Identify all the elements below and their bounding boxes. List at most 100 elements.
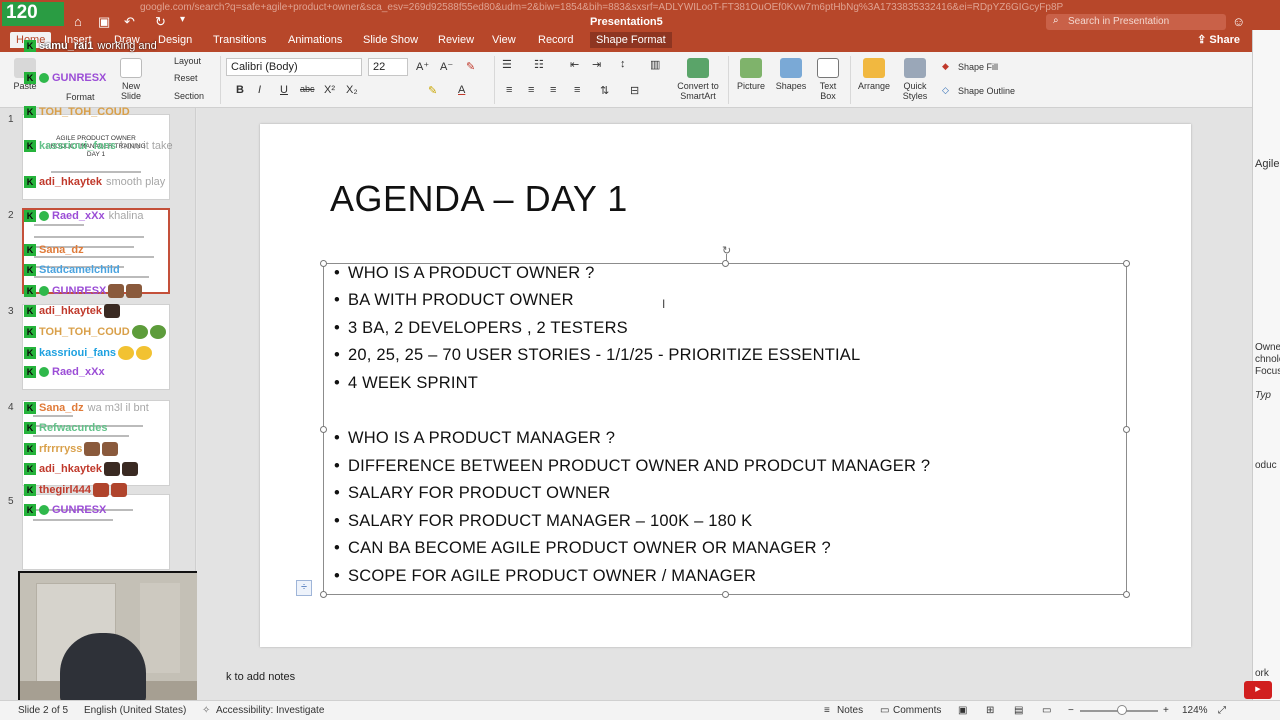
font-name-select[interactable]: Calibri (Body)	[226, 58, 362, 76]
save-icon[interactable]: ▣	[98, 14, 110, 30]
tab-record[interactable]: Record	[538, 34, 573, 46]
language-indicator[interactable]: English (United States)	[84, 705, 186, 716]
ribbon-separator	[220, 56, 221, 104]
home-icon[interactable]: ⌂	[74, 14, 82, 29]
bullet-item[interactable]: 3 BA, 2 DEVELOPERS , 2 TESTERS	[334, 319, 628, 338]
rotate-handle-icon[interactable]: ↻	[722, 244, 731, 257]
reading-view-icon[interactable]: ▤	[1014, 705, 1023, 716]
comments-icon[interactable]: ▭	[880, 705, 889, 716]
line-spacing-icon[interactable]: ↕	[620, 58, 626, 70]
undo-icon[interactable]: ↶	[124, 14, 135, 30]
fit-to-window-icon[interactable]: ⤢	[1218, 705, 1226, 716]
zoom-level[interactable]: 124%	[1182, 705, 1208, 716]
strikethrough-button[interactable]: abc	[300, 84, 315, 94]
shape-fill-button[interactable]: Shape Fill	[958, 62, 998, 72]
align-left-icon[interactable]: ≡	[506, 84, 512, 96]
text-direction-icon[interactable]: ⇅	[600, 84, 609, 97]
slide[interactable]: AGENDA – DAY 1 ↻ WHO IS A PRODUCT OWNER …	[260, 124, 1191, 647]
share-button[interactable]: ⇪ Share	[1197, 33, 1240, 46]
bullet-item[interactable]: SALARY FOR PRODUCT OWNER	[334, 484, 610, 503]
comments-button[interactable]: Comments	[893, 705, 941, 716]
kick-icon: K	[24, 366, 36, 379]
numbering-icon[interactable]: ☷	[534, 58, 544, 71]
bullet-text-box[interactable]: ↻ WHO IS A PRODUCT OWNER ? BA WITH PRODU…	[320, 245, 1130, 598]
slideshow-icon[interactable]: ▭	[1042, 705, 1051, 716]
layout-button[interactable]: Layout	[174, 56, 201, 66]
align-right-icon[interactable]: ≡	[550, 84, 556, 96]
bullet-item[interactable]: SALARY FOR PRODUCT MANAGER – 100K – 180 …	[334, 512, 752, 531]
align-text-icon[interactable]: ⊟	[630, 84, 639, 97]
convert-smartart-button[interactable]: Convert to SmartArt	[676, 58, 720, 101]
layout-options-icon[interactable]: ÷	[296, 580, 312, 596]
bullet-item[interactable]: CAN BA BECOME AGILE PRODUCT OWNER OR MAN…	[334, 539, 831, 558]
resize-handle[interactable]	[722, 260, 729, 267]
resize-handle[interactable]	[1123, 426, 1130, 433]
slide-number: 1	[8, 114, 14, 125]
kick-icon: K	[24, 40, 36, 53]
tab-review[interactable]: Review	[438, 34, 474, 46]
italic-button[interactable]: I	[258, 84, 261, 96]
slide-title[interactable]: AGENDA – DAY 1	[330, 178, 628, 220]
justify-icon[interactable]: ≡	[574, 84, 580, 96]
font-size-select[interactable]: 22	[368, 58, 408, 76]
tab-view[interactable]: View	[492, 34, 516, 46]
columns-icon[interactable]: ▥	[650, 58, 660, 71]
align-center-icon[interactable]: ≡	[528, 84, 534, 96]
section-button[interactable]: Section	[174, 91, 204, 101]
zoom-out-icon[interactable]: −	[1068, 705, 1074, 716]
accessibility-status[interactable]: Accessibility: Investigate	[216, 705, 324, 716]
highlight-icon[interactable]: ✎	[428, 84, 437, 97]
redo-icon[interactable]: ↻	[155, 14, 166, 30]
bullet-item[interactable]: 4 WEEK SPRINT	[334, 374, 478, 393]
decrease-indent-icon[interactable]: ⇤	[570, 58, 579, 71]
search-box[interactable]: ⌕ Search in Presentation	[1046, 14, 1226, 30]
zoom-in-icon[interactable]: +	[1163, 705, 1169, 716]
increase-indent-icon[interactable]: ⇥	[592, 58, 601, 71]
bullet-item[interactable]: BA WITH PRODUCT OWNER	[334, 291, 574, 310]
resize-handle[interactable]	[722, 591, 729, 598]
clear-formatting-icon[interactable]: ✎	[466, 60, 475, 73]
tab-animations[interactable]: Animations	[288, 34, 342, 46]
bullet-item[interactable]: WHO IS A PRODUCT OWNER ?	[334, 264, 595, 283]
customize-toolbar-icon[interactable]: ▾	[180, 14, 185, 25]
tab-shape-format[interactable]: Shape Format	[590, 32, 672, 48]
reset-button[interactable]: Reset	[174, 73, 198, 83]
shape-fill-icon[interactable]: ◆	[942, 61, 949, 72]
shape-outline-button[interactable]: Shape Outline	[958, 86, 1015, 96]
resize-handle[interactable]	[320, 426, 327, 433]
bold-button[interactable]: B	[236, 84, 244, 96]
subscript-button[interactable]: X₂	[346, 84, 358, 96]
resize-handle[interactable]	[1123, 260, 1130, 267]
grow-font-icon[interactable]: A⁺	[416, 60, 429, 73]
superscript-button[interactable]: X²	[324, 84, 335, 96]
arrange-button[interactable]: Arrange	[856, 58, 892, 91]
tab-transitions[interactable]: Transitions	[213, 34, 266, 46]
notes-icon[interactable]: ≡	[824, 705, 830, 716]
quick-styles-button[interactable]: Quick Styles	[898, 58, 932, 101]
normal-view-icon[interactable]: ▣	[958, 705, 967, 716]
slide-sorter-icon[interactable]: ⊞	[986, 705, 994, 716]
bullet-item[interactable]: WHO IS A PRODUCT MANAGER ?	[334, 429, 615, 448]
shape-outline-icon[interactable]: ◇	[942, 85, 949, 96]
shrink-font-icon[interactable]: A⁻	[440, 60, 453, 73]
underline-button[interactable]: U	[280, 84, 288, 96]
picture-button[interactable]: Picture	[734, 58, 768, 91]
resize-handle[interactable]	[1123, 591, 1130, 598]
notes-button[interactable]: Notes	[837, 705, 863, 716]
bullet-item[interactable]: DIFFERENCE BETWEEN PRODUCT OWNER AND PRO…	[334, 457, 930, 476]
resize-handle[interactable]	[320, 591, 327, 598]
bullet-item[interactable]: SCOPE FOR AGILE PRODUCT OWNER / MANAGER	[334, 567, 756, 586]
new-slide-button[interactable]: New Slide	[114, 58, 148, 101]
text-box-button[interactable]: Text Box	[814, 58, 842, 101]
resize-handle[interactable]	[320, 260, 327, 267]
format-painter-button[interactable]: Format	[66, 92, 95, 102]
zoom-slider-handle[interactable]	[1117, 705, 1127, 715]
bullet-item[interactable]: 20, 25, 25 – 70 USER STORIES - 1/1/25 - …	[334, 346, 860, 365]
tab-slide-show[interactable]: Slide Show	[363, 34, 418, 46]
tab-design[interactable]: Design	[158, 34, 192, 46]
font-color-icon[interactable]: A	[458, 84, 465, 96]
bullets-icon[interactable]: ☰	[502, 58, 512, 71]
shapes-button[interactable]: Shapes	[774, 58, 808, 91]
notes-placeholder[interactable]: k to add notes	[226, 671, 295, 683]
account-icon[interactable]: ☺	[1232, 14, 1245, 29]
